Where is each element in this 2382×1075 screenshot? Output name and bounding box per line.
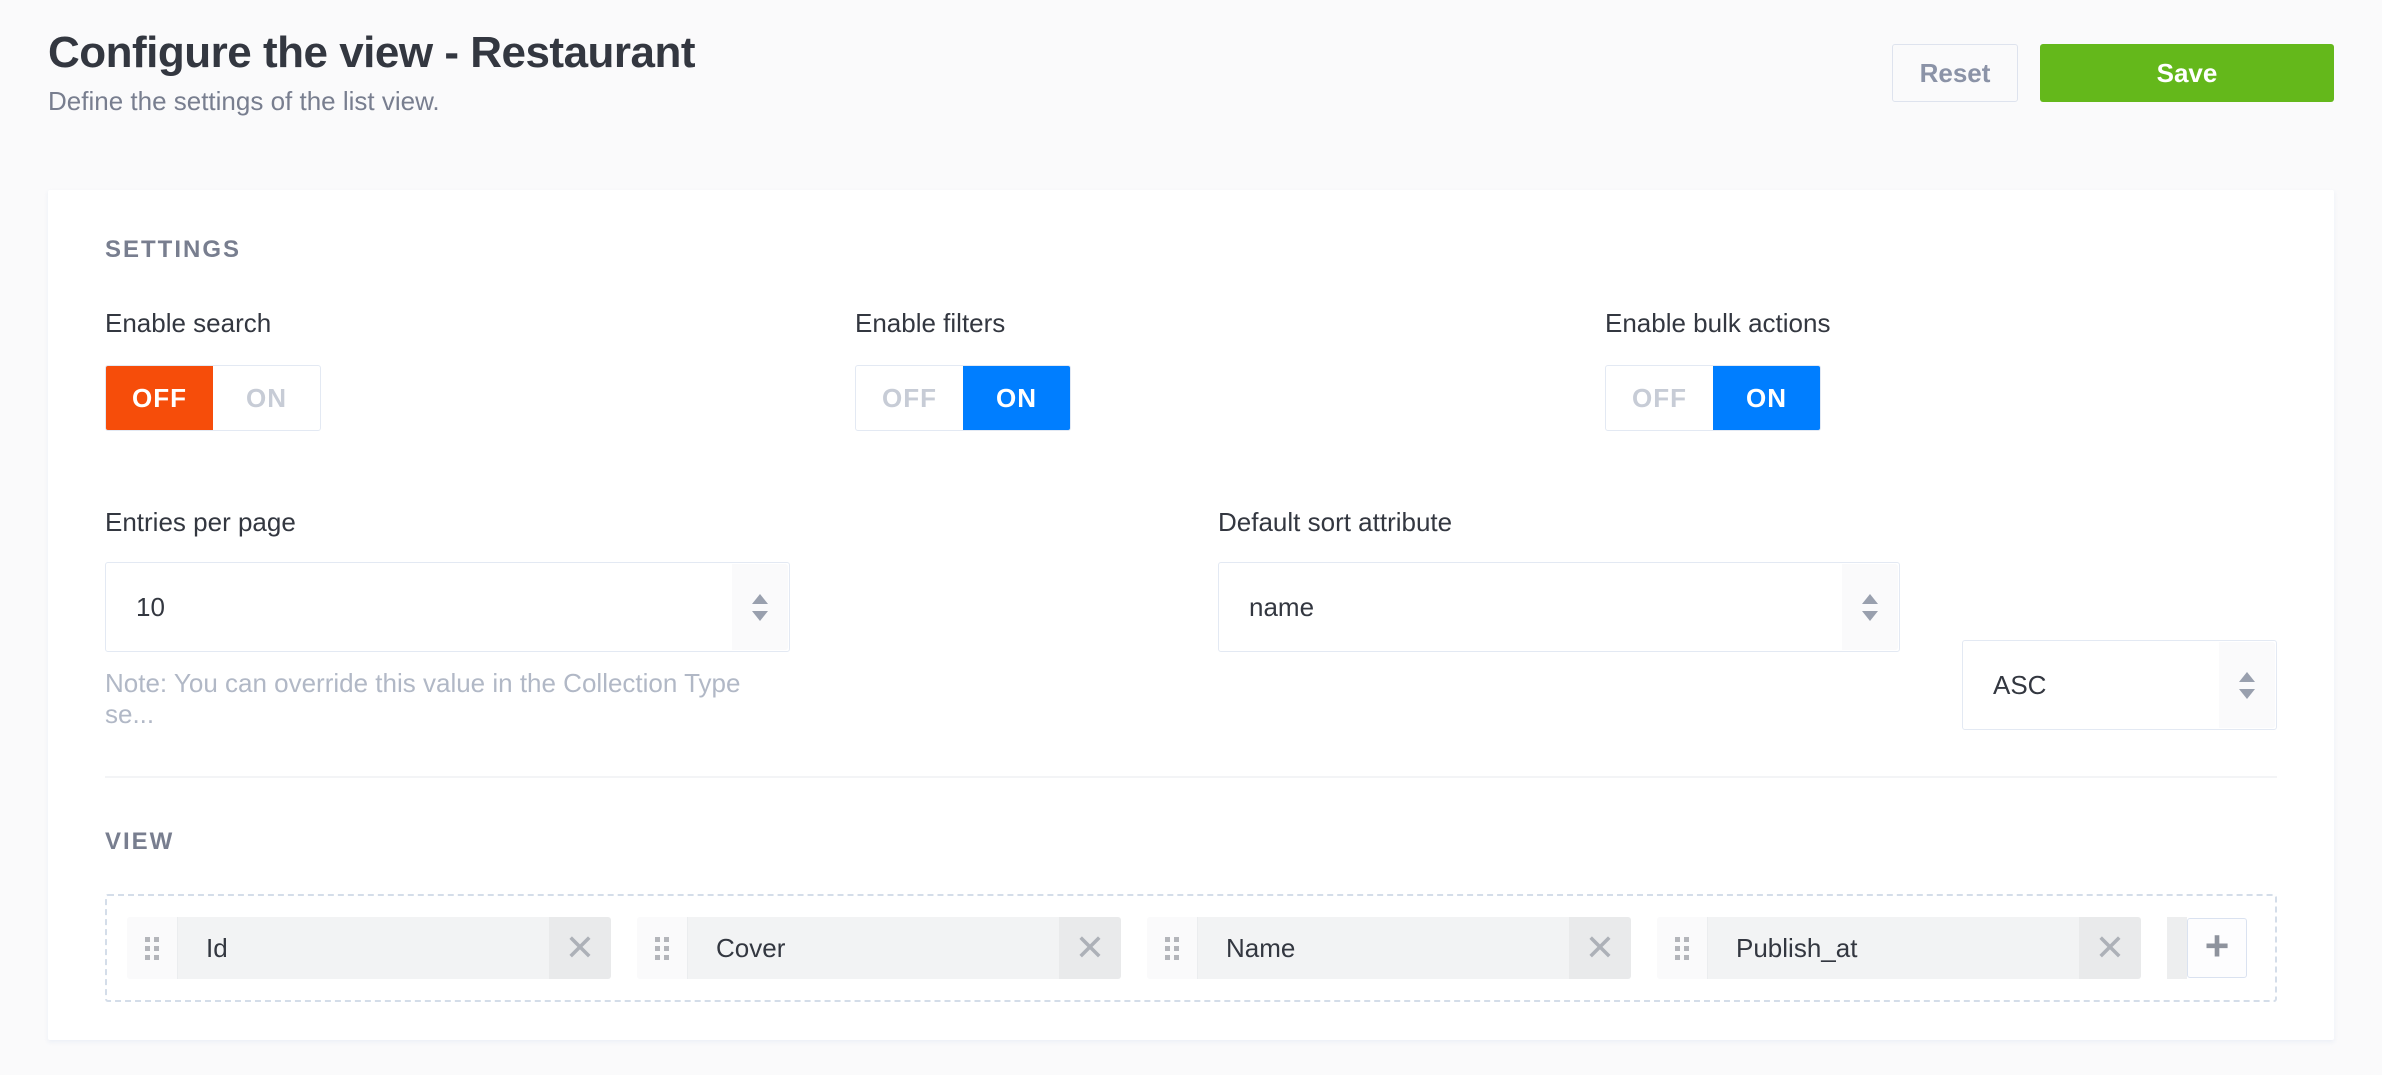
add-field-strip [2167,917,2187,979]
section-divider [105,776,2277,778]
add-field-area: + [2167,917,2247,979]
enable-filters-on-segment[interactable]: ON [963,366,1070,430]
field-chip-name[interactable]: Name ✕ [1147,917,1631,979]
enable-search-on-segment[interactable]: ON [213,366,320,430]
field-chip-publish-at[interactable]: Publish_at ✕ [1657,917,2141,979]
enable-search-field: Enable search OFF ON [105,308,855,431]
field-chip-label: Cover [688,917,1059,979]
view-fields-dropzone[interactable]: Id ✕ Cover ✕ Name ✕ Publish_at ✕ [105,894,2277,1002]
reset-button[interactable]: Reset [1892,44,2018,102]
enable-bulk-actions-field: Enable bulk actions OFF ON [1605,308,2355,431]
enable-filters-field: Enable filters OFF ON [855,308,1605,431]
up-down-arrows-icon[interactable] [732,564,788,650]
enable-bulk-actions-label: Enable bulk actions [1605,308,2355,339]
enable-bulk-actions-off-segment[interactable]: OFF [1606,366,1713,430]
page-subtitle: Define the settings of the list view. [48,86,695,117]
sort-order-field: ASC [1962,507,2277,730]
field-chip-cover[interactable]: Cover ✕ [637,917,1121,979]
enable-bulk-actions-on-segment[interactable]: ON [1713,366,1820,430]
save-button[interactable]: Save [2040,44,2334,102]
field-chip-label: Name [1198,917,1569,979]
close-icon[interactable]: ✕ [549,917,611,979]
toggles-row: Enable search OFF ON Enable filters OFF … [105,308,2277,431]
view-section-title: VIEW [105,828,2277,856]
entries-per-page-label: Entries per page [105,507,790,538]
default-sort-value: name [1249,592,1314,623]
up-down-arrows-icon[interactable] [1842,564,1898,650]
sort-order-value: ASC [1993,670,2046,701]
default-sort-select[interactable]: name [1218,562,1900,652]
close-icon[interactable]: ✕ [1059,917,1121,979]
enable-search-toggle[interactable]: OFF ON [105,365,321,431]
header-actions: Reset Save [1892,28,2334,102]
selects-row: Entries per page 10 Note: You can overri… [105,507,2277,730]
close-icon[interactable]: ✕ [1569,917,1631,979]
up-down-arrows-icon[interactable] [2219,642,2275,728]
drag-handle-icon[interactable] [127,917,178,979]
enable-search-label: Enable search [105,308,855,339]
sort-order-select[interactable]: ASC [1962,640,2277,730]
plus-icon[interactable]: + [2187,918,2247,978]
close-icon[interactable]: ✕ [2079,917,2141,979]
enable-bulk-actions-toggle[interactable]: OFF ON [1605,365,1821,431]
default-sort-label: Default sort attribute [1218,507,1900,538]
entries-per-page-value: 10 [136,592,165,623]
page-title: Configure the view - Restaurant [48,28,695,78]
enable-filters-label: Enable filters [855,308,1605,339]
drag-handle-icon[interactable] [637,917,688,979]
default-sort-field: Default sort attribute name [1218,507,1900,730]
page-header: Configure the view - Restaurant Define t… [0,0,2382,190]
entries-per-page-select[interactable]: 10 [105,562,790,652]
entries-per-page-note: Note: You can override this value in the… [105,668,790,730]
configure-view-card: SETTINGS Enable search OFF ON Enable fil… [48,190,2334,1040]
field-chip-label: Id [178,917,549,979]
settings-section-title: SETTINGS [105,236,2277,264]
field-chip-label: Publish_at [1708,917,2079,979]
enable-search-off-segment[interactable]: OFF [106,366,213,430]
header-titles: Configure the view - Restaurant Define t… [48,28,695,117]
field-chip-id[interactable]: Id ✕ [127,917,611,979]
enable-filters-toggle[interactable]: OFF ON [855,365,1071,431]
drag-handle-icon[interactable] [1147,917,1198,979]
entries-per-page-field: Entries per page 10 Note: You can overri… [105,507,790,730]
drag-handle-icon[interactable] [1657,917,1708,979]
enable-filters-off-segment[interactable]: OFF [856,366,963,430]
